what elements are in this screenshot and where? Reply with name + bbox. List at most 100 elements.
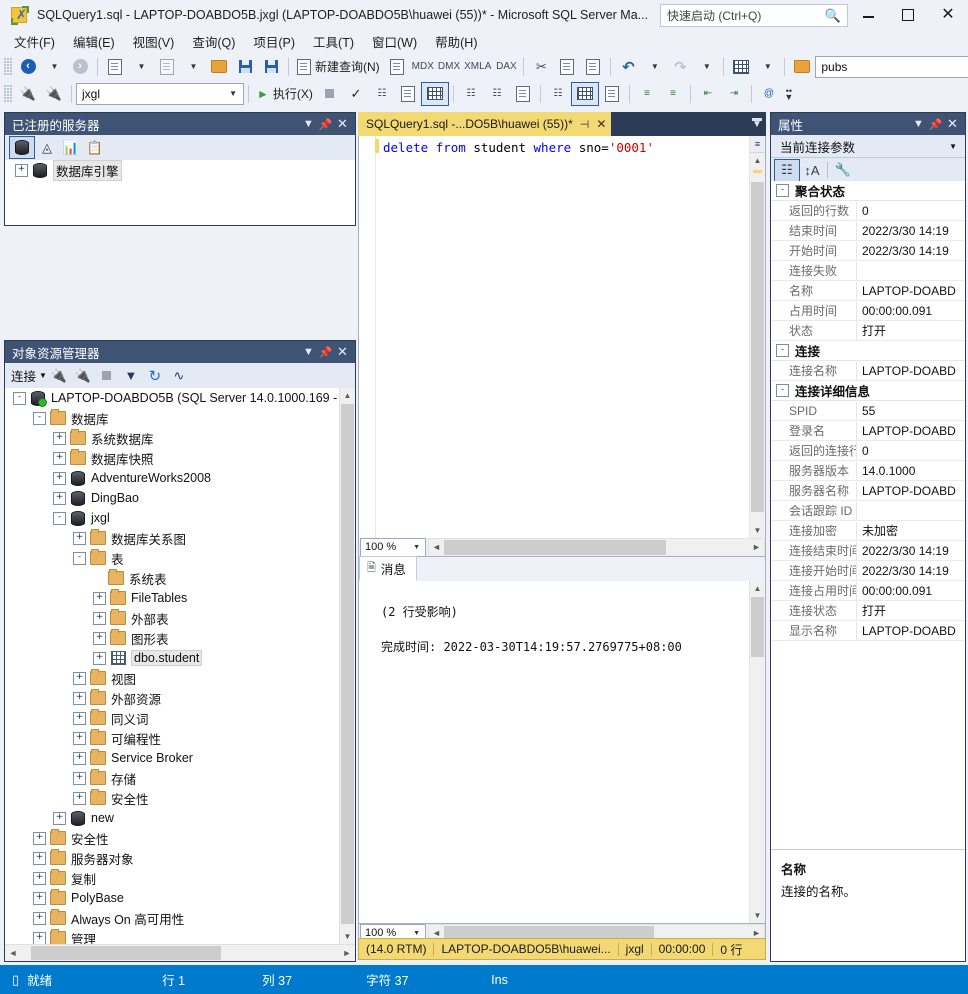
property-value[interactable]: LAPTOP-DOABD <box>857 282 965 300</box>
results-scroll-up-icon[interactable]: ▲ <box>750 581 765 596</box>
uncomment-lines-icon[interactable]: ≡ <box>660 83 686 105</box>
save-all-icon[interactable] <box>258 56 284 78</box>
tree-item[interactable]: + 存储 <box>5 768 355 788</box>
property-value[interactable]: LAPTOP-DOABD <box>857 622 965 640</box>
toolbar-grip-2[interactable] <box>4 84 13 103</box>
property-category[interactable]: - 连接详细信息 <box>771 381 965 401</box>
property-value[interactable]: 00:00:00.091 <box>857 582 965 600</box>
save-icon[interactable] <box>232 56 258 78</box>
property-row[interactable]: 服务器版本 14.0.1000 <box>771 461 965 481</box>
split-view-icon[interactable]: ≡ <box>750 136 765 153</box>
menu-file[interactable]: 文件(F) <box>5 29 64 54</box>
activity-monitor-icon[interactable]: ∿ <box>167 365 191 386</box>
property-row[interactable]: 连接失败 <box>771 261 965 281</box>
tree-item[interactable]: + 外部资源 <box>5 688 355 708</box>
tree-item[interactable]: + Always On 高可用性 <box>5 908 355 928</box>
property-value[interactable]: 打开 <box>857 602 965 620</box>
property-category[interactable]: - 连接 <box>771 341 965 361</box>
tree-item[interactable]: -表 <box>5 548 355 568</box>
expander-icon[interactable]: + <box>93 631 106 645</box>
toolbar-dropdown-icon[interactable]: ▼ <box>754 56 780 78</box>
tab-close-icon[interactable]: ✕ <box>596 117 606 131</box>
expander-icon[interactable]: - <box>73 551 86 565</box>
scroll-right-icon[interactable]: ► <box>339 948 355 958</box>
redo-dropdown-icon[interactable]: ▼ <box>693 56 719 78</box>
parse-check-icon[interactable]: ✓ <box>343 83 369 105</box>
expander-icon[interactable]: + <box>33 911 46 925</box>
menu-view[interactable]: 视图(V) <box>124 29 184 54</box>
database-engine-filter-icon[interactable] <box>9 136 35 159</box>
new-xmla-query-icon[interactable]: XMLA <box>462 56 493 78</box>
tree-item[interactable]: + 数据库关系图 <box>5 528 355 548</box>
results-to-grid-icon[interactable] <box>570 81 599 106</box>
hscroll-track[interactable] <box>21 945 339 961</box>
categorized-view-icon[interactable]: ☷ <box>774 158 800 182</box>
integration-services-icon[interactable]: 📋 <box>83 137 107 158</box>
include-live-query-stats-icon[interactable] <box>420 81 449 106</box>
paste-icon[interactable] <box>580 56 606 78</box>
expander-icon[interactable]: + <box>53 451 66 465</box>
analysis-services-icon[interactable]: ◬ <box>35 137 59 158</box>
expander-icon[interactable]: + <box>73 731 86 745</box>
expander-icon[interactable]: + <box>73 751 86 765</box>
code-vscroll-thumb[interactable] <box>751 182 764 512</box>
panel-close-icon[interactable]: ✕ <box>334 116 351 132</box>
query-designer-icon[interactable] <box>728 56 754 78</box>
property-row[interactable]: 名称 LAPTOP-DOABD <box>771 281 965 301</box>
object-search-icon[interactable] <box>789 56 815 78</box>
increase-indent-icon[interactable]: ⇥ <box>721 83 747 105</box>
quick-launch-input[interactable]: 快速启动 (Ctrl+Q) 🔍 <box>660 4 848 27</box>
property-row[interactable]: 连接占用时间 00:00:00.091 <box>771 581 965 601</box>
tree-item[interactable]: - jxgl <box>5 508 355 528</box>
new-project-icon[interactable] <box>102 56 128 78</box>
comment-lines-icon[interactable]: ≡ <box>634 83 660 105</box>
property-value[interactable]: LAPTOP-DOABD <box>857 422 965 440</box>
reporting-services-icon[interactable]: 📊 <box>59 137 83 158</box>
expander-icon[interactable]: - <box>13 391 26 405</box>
expander-icon[interactable]: + <box>33 851 46 865</box>
registered-servers-tree[interactable]: + 数据库引擎 <box>5 160 355 225</box>
tab-messages[interactable]: 🗎 消息 <box>359 556 417 581</box>
tree-item[interactable]: + new <box>5 808 355 828</box>
navigate-back-icon[interactable]: ‹ <box>15 56 41 78</box>
editor-hscroll-thumb[interactable] <box>444 539 666 555</box>
connect-dropdown-button[interactable]: 连接 ▼ <box>11 366 47 385</box>
results-to-text-icon[interactable]: ☷ <box>545 83 571 105</box>
disconnect-icon[interactable]: 🔌 <box>41 83 67 105</box>
new-dmx-query-icon[interactable]: DMX <box>436 56 462 78</box>
expander-icon[interactable]: + <box>73 791 86 805</box>
hscroll-thumb[interactable] <box>31 946 221 960</box>
properties-close-icon[interactable]: ✕ <box>944 116 961 132</box>
property-row[interactable]: 返回的行数 0 <box>771 201 965 221</box>
object-explorer-tree[interactable]: - LAPTOP-DOABDO5B (SQL Server 14.0.1000.1… <box>5 388 355 944</box>
new-item-icon[interactable] <box>154 56 180 78</box>
expander-icon[interactable]: - <box>776 184 789 197</box>
include-actual-plan-icon[interactable]: ☷ <box>458 83 484 105</box>
close-button[interactable]: ✕ <box>928 0 968 30</box>
expander-icon[interactable]: + <box>33 891 46 905</box>
tree-item[interactable]: + 安全性 <box>5 788 355 808</box>
panel-menu-icon[interactable]: ▼ <box>300 118 317 130</box>
navigate-forward-icon[interactable]: › <box>67 56 93 78</box>
property-value[interactable]: 14.0.1000 <box>857 462 965 480</box>
object-explorer-vscrollbar[interactable]: ▲ ▼ <box>339 388 355 944</box>
tree-item[interactable]: + 图形表 <box>5 628 355 648</box>
maximize-button[interactable] <box>888 0 928 30</box>
tab-pin-icon[interactable]: ⊣ <box>580 118 590 131</box>
property-row[interactable]: 会话跟踪 ID <box>771 501 965 521</box>
property-row[interactable]: 结束时间 2022/3/30 14:19 <box>771 221 965 241</box>
stop-action-icon[interactable] <box>95 365 119 386</box>
oe-pin-icon[interactable]: 📌 <box>317 346 334 359</box>
results-scroll-right-icon[interactable]: ► <box>749 928 764 938</box>
menu-edit[interactable]: 编辑(E) <box>64 29 124 54</box>
property-value[interactable]: 2022/3/30 14:19 <box>857 222 965 240</box>
tabstrip-menu-icon[interactable]: ▬ ▼ <box>752 114 762 130</box>
property-row[interactable]: SPID 55 <box>771 401 965 421</box>
query-options-icon[interactable] <box>395 83 421 105</box>
code-scroll-up-icon[interactable]: ▲ <box>750 153 765 168</box>
property-row[interactable]: 返回的连接行 0 <box>771 441 965 461</box>
code-vscrollbar[interactable]: ≡ ▲ ▼ <box>749 136 765 538</box>
properties-object-combo[interactable]: 当前连接参数 ▼ <box>771 135 965 158</box>
property-row[interactable]: 占用时间 00:00:00.091 <box>771 301 965 321</box>
minimize-button[interactable] <box>848 0 888 30</box>
